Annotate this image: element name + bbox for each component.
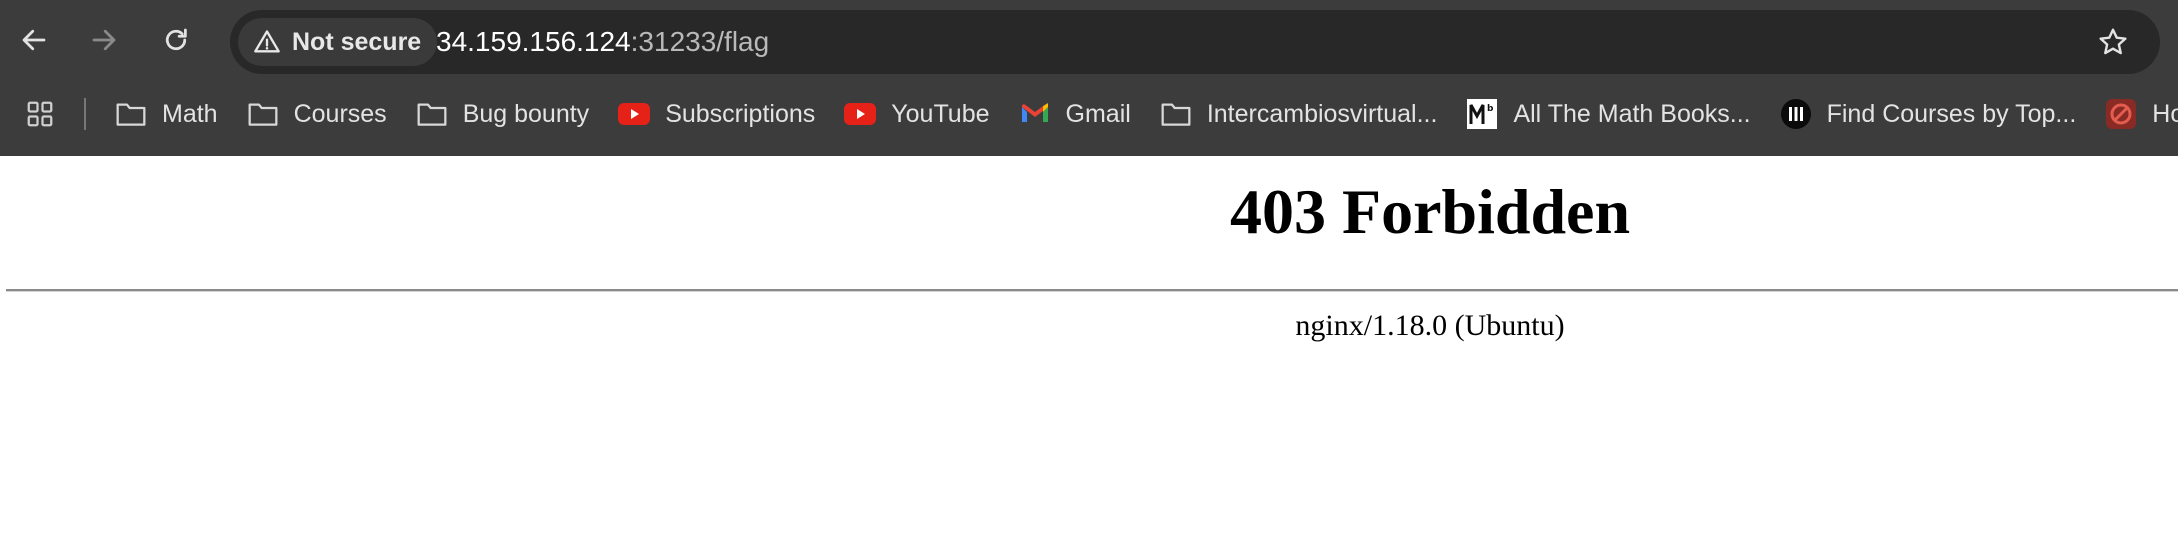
math-books-icon: b [1465, 97, 1499, 131]
warning-triangle-icon [252, 27, 282, 57]
bookmark-all-the-math-books[interactable]: b All The Math Books... [1451, 90, 1764, 138]
page-content: 403 Forbidden nginx/1.18.0 (Ubuntu) [0, 156, 2178, 535]
address-bar[interactable]: Not secure 34.159.156.124:31233/flag [230, 10, 2160, 74]
bookmark-label: Gmail [1065, 99, 1131, 128]
arrow-left-icon [22, 29, 46, 51]
url-path: :31233/flag [630, 26, 770, 57]
bookmarks-separator [84, 98, 86, 130]
bookmark-label: Bug bounty [462, 99, 590, 128]
bookmark-label: YouTube [891, 99, 990, 128]
bookmark-label: All The Math Books... [1513, 99, 1751, 128]
youtube-icon [617, 97, 651, 131]
browser-chrome: Not secure 34.159.156.124:31233/flag Mat… [0, 0, 2178, 156]
page-title: 403 Forbidden [1229, 176, 1631, 247]
folder-icon [1159, 97, 1193, 131]
security-label: Not secure [292, 27, 422, 56]
bookmark-label: Hom [2152, 99, 2178, 128]
bookmark-label: Intercambiosvirtual... [1206, 99, 1438, 128]
bookmark-gmail[interactable]: Gmail [1004, 90, 1145, 138]
folder-icon [114, 97, 148, 131]
back-button[interactable] [8, 14, 60, 66]
bookmark-label: Courses [293, 99, 387, 128]
bookmark-label: Subscriptions [665, 99, 816, 128]
apps-grid-icon [27, 101, 53, 127]
courses-site-icon [1779, 97, 1813, 131]
bookmark-home[interactable]: Hom [2090, 90, 2178, 138]
url-host: 34.159.156.124 [436, 26, 631, 57]
apps-button[interactable] [0, 88, 80, 140]
bookmark-bug-bounty[interactable]: Bug bounty [401, 90, 604, 138]
svg-text:b: b [1487, 104, 1494, 114]
server-signature: nginx/1.18.0 (Ubuntu) [1295, 309, 1565, 342]
folder-icon [246, 97, 280, 131]
reload-button[interactable] [150, 14, 202, 66]
forward-button[interactable] [78, 14, 130, 66]
bookmark-find-courses[interactable]: Find Courses by Top... [1765, 90, 2091, 138]
gmail-icon [1018, 97, 1052, 131]
home-site-icon [2104, 97, 2138, 131]
horizontal-rule [6, 289, 2178, 292]
url-text[interactable]: 34.159.156.124:31233/flag [436, 10, 769, 74]
youtube-icon [843, 97, 877, 131]
bookmark-courses[interactable]: Courses [232, 90, 401, 138]
bookmark-star-button[interactable] [2094, 23, 2132, 61]
arrow-right-icon [92, 29, 116, 51]
bookmark-math[interactable]: Math [100, 90, 232, 138]
browser-toolbar: Not secure 34.159.156.124:31233/flag [0, 0, 2178, 80]
bookmark-subscriptions[interactable]: Subscriptions [603, 90, 829, 138]
security-indicator[interactable]: Not secure [238, 18, 438, 66]
bookmarks-bar: Math Courses Bug bounty Subscriptions Yo [0, 88, 2178, 140]
bookmark-intercambiosvirtuales[interactable]: Intercambiosvirtual... [1145, 90, 1452, 138]
star-icon [2099, 28, 2127, 55]
bookmark-label: Find Courses by Top... [1826, 99, 2077, 128]
bookmark-label: Math [162, 99, 218, 128]
bookmark-youtube[interactable]: YouTube [829, 90, 1003, 138]
reload-icon [165, 28, 187, 51]
folder-icon [415, 97, 449, 131]
